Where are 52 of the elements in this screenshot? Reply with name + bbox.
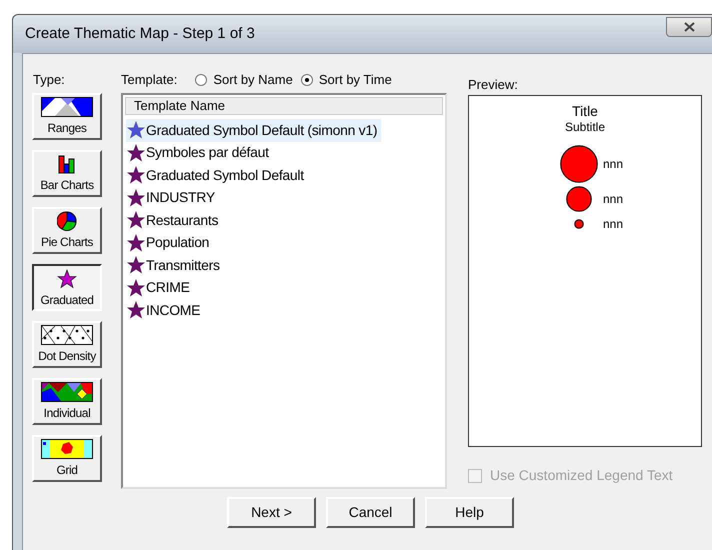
legend-label: nnn <box>602 216 624 233</box>
star-icon <box>126 232 146 253</box>
template-item[interactable]: CRIME <box>126 276 194 299</box>
sort-radio[interactable]: Sort by Name <box>195 70 293 90</box>
star-icon <box>126 278 146 298</box>
template-item[interactable]: INCOME <box>126 299 204 322</box>
star-icon <box>57 269 77 289</box>
star-icon <box>126 210 146 230</box>
template-item[interactable]: Symboles par défaut <box>126 142 273 164</box>
legend-label: nnn <box>602 191 624 208</box>
pie-chart-icon <box>57 210 77 230</box>
map-type-button[interactable]: Individual <box>32 378 102 425</box>
dialog-button[interactable]: Cancel <box>326 497 415 528</box>
circle-symbol-icon <box>566 186 592 212</box>
individual-map-icon <box>41 382 93 402</box>
circle-symbol-icon <box>560 145 598 183</box>
template-item[interactable]: Graduated Symbol Default (simonn v1) <box>126 119 382 142</box>
star-icon <box>126 165 146 186</box>
legend-label: nnn <box>602 156 624 173</box>
map-type-button[interactable]: Bar Charts <box>32 150 102 197</box>
map-type-button[interactable]: Ranges <box>32 93 102 140</box>
column-header[interactable]: Template Name <box>125 97 443 115</box>
map-type-button[interactable]: Pie Charts <box>32 207 102 254</box>
star-icon <box>126 300 146 320</box>
star-icon <box>126 188 146 208</box>
sort-radio[interactable]: Sort by Time <box>300 70 392 90</box>
bar-chart-icon <box>57 154 77 174</box>
ranges-map-icon <box>41 96 93 116</box>
preview-label: Preview: <box>468 77 519 93</box>
template-item[interactable]: Transmitters <box>126 254 224 276</box>
map-type-button[interactable]: Dot Density <box>32 321 102 368</box>
grid-map-icon <box>41 438 93 458</box>
star-icon <box>126 255 146 276</box>
dot-density-icon <box>41 324 93 344</box>
window-title: Create Thematic Map - Step 1 of 3 <box>25 24 255 44</box>
dialog-button[interactable]: Help <box>425 497 514 528</box>
star-icon <box>126 142 146 163</box>
template-item[interactable]: Restaurants <box>126 209 222 232</box>
preview-subtitle: Subtitle <box>564 119 606 135</box>
star-icon <box>126 120 146 140</box>
template-item[interactable]: Population <box>126 232 214 254</box>
close-icon <box>684 22 694 32</box>
close-button[interactable] <box>666 17 712 37</box>
preview-title: Title <box>572 103 598 119</box>
map-type-button[interactable]: Graduated <box>32 264 102 311</box>
template-label: Template: <box>121 71 178 90</box>
template-item[interactable]: INDUSTRY <box>126 186 219 209</box>
template-item[interactable]: Graduated Symbol Default <box>126 164 308 186</box>
dialog-button[interactable]: Next > <box>227 497 316 528</box>
circle-symbol-icon <box>574 219 584 229</box>
map-type-button[interactable]: Grid <box>32 435 102 482</box>
type-label: Type: <box>32 72 66 88</box>
